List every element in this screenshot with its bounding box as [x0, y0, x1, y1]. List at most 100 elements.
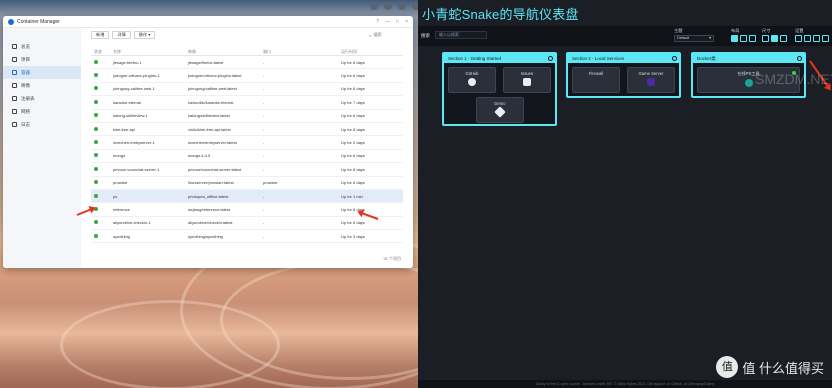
column-header-name[interactable]: 名称 [113, 49, 188, 55]
cell-uptime: Up for 2 days [341, 140, 365, 146]
theme-select[interactable]: Default ▾ [674, 35, 714, 42]
status-dot [91, 140, 113, 145]
close-icon[interactable]: × [405, 19, 408, 25]
search-input[interactable]: ⌕ 搜索 [369, 31, 403, 39]
collapse-icon[interactable] [672, 56, 677, 61]
sidebar-item-label: 注册表 [21, 95, 35, 101]
table-row[interactable]: mongo mongo:4.4.9 - Up for 6 days [91, 150, 403, 164]
new-button[interactable]: 新增 [91, 31, 110, 39]
help-icon[interactable]: ? [376, 19, 379, 25]
column-header-uptime[interactable]: 运行时间 [341, 49, 391, 55]
gamepad-icon [647, 78, 655, 86]
cell-name: lovechen-embyserver-1 [113, 140, 155, 146]
desktop-tray [370, 0, 420, 12]
table-row[interactable]: prowlarr linuxserver/prowlarr:latest prowl… [91, 177, 403, 190]
collapse-icon[interactable] [548, 56, 553, 61]
sidebar-item-log[interactable]: 日志 [3, 118, 81, 131]
layout-horizontal-icon[interactable] [740, 35, 747, 42]
edit-icon[interactable] [804, 35, 811, 42]
cell-uptime: Up for 6 days [341, 113, 365, 119]
status-dot [91, 99, 113, 105]
cell-name: aliyundrive-checkin-1 [113, 220, 151, 226]
sidebar-item-project[interactable]: 项目 [3, 53, 81, 66]
running-status-icon [94, 86, 98, 91]
running-status-icon [94, 59, 98, 64]
column-header-port[interactable]: 端口 [263, 49, 341, 55]
cell-image: vinlic/kimi-free-api:latest [188, 126, 231, 132]
sidebar-item-container[interactable]: 容器 [3, 66, 81, 79]
status-dot [91, 193, 113, 199]
tile-github[interactable]: GitHub [448, 67, 496, 93]
detail-button[interactable]: 详情 [112, 31, 131, 39]
cell-uptime: Up for 6 days [341, 153, 365, 159]
section-header[interactable]: Section 2 - Local Services [568, 54, 679, 63]
cell-name: ps [113, 193, 118, 199]
bug-icon [523, 78, 531, 86]
tray-search-icon[interactable] [398, 2, 406, 10]
cell-name: syncthing [113, 233, 130, 239]
column-header-status[interactable]: 状态 [91, 49, 113, 55]
table-row[interactable]: karaoke-eternal radrootllc/karaoke-eterna… [91, 96, 403, 110]
tile-issues[interactable]: Issues [503, 67, 551, 93]
sidebar-item-label: 容器 [21, 69, 30, 75]
dashboard-search-input[interactable]: 输入以搜索 [435, 31, 487, 39]
table-row[interactable]: syncthing syncthing/syncthing - Up for 3 da… [91, 230, 403, 244]
table-row[interactable]: johngong-calibre-web-1 johngong/calibre-w… [91, 83, 403, 97]
minimize-icon[interactable]: — [385, 19, 390, 25]
table-row[interactable]: lovechen-embyserver-1 lovechen/embyserver… [91, 136, 403, 150]
sidebar-item-image[interactable]: 映像 [3, 79, 81, 92]
cell-image: linuxserver/prowlarr:latest [188, 180, 234, 186]
cell-image: photopea_offline:latest [188, 193, 229, 199]
size-large-icon[interactable] [780, 35, 787, 42]
table-row[interactable]: kalong-skillreview-1 kalong/skillreview:l… [91, 110, 403, 123]
cell-name: prowlarr [113, 180, 128, 186]
sidebar-item-overview[interactable]: 总览 [3, 40, 81, 53]
cell-image: wcjiang/reference:latest [188, 206, 231, 212]
size-medium-icon[interactable] [771, 35, 778, 42]
collapse-icon[interactable] [797, 56, 802, 61]
table-row[interactable]: ps photopea_offline:latest - Up for 1 min [91, 189, 403, 204]
size-small-icon[interactable] [762, 35, 769, 42]
running-status-icon [94, 153, 98, 158]
tray-chat-icon[interactable] [370, 2, 378, 10]
tray-user-icon[interactable] [384, 2, 392, 10]
cell-image: jlesage/firefox:latest [188, 59, 224, 65]
cell-uptime: Up for 1 min [341, 193, 363, 199]
table-row[interactable]: privoce-vocechat-server-1 privoce/vocecha… [91, 163, 403, 177]
sidebar-item-network[interactable]: 网络 [3, 105, 81, 118]
sidebar-item-label: 映像 [21, 82, 30, 88]
table-header: 状态 名称 映像 端口 运行时间 [91, 48, 403, 56]
table-row[interactable]: aliyundrive-checkin-1 aliyundrive/checkin… [91, 217, 403, 231]
cell-name: mongo [113, 153, 126, 159]
status-dot [91, 180, 113, 185]
section-header[interactable]: Section 1 - Getting Started [444, 54, 555, 63]
window-titlebar[interactable]: Container Manager ? — □ × [3, 16, 413, 28]
tile-firewall[interactable]: Firewall [572, 67, 620, 93]
action-dropdown[interactable]: 操作 ▾ [133, 31, 156, 39]
column-header-image[interactable]: 映像 [188, 49, 263, 55]
layout-vertical-icon[interactable] [749, 35, 756, 42]
tile-label: GitHub [465, 71, 479, 76]
tile-game-server[interactable]: Game Server [627, 67, 675, 93]
section-title: Section 1 - Getting Started [448, 56, 502, 61]
cloud-icon[interactable] [813, 35, 820, 42]
table-row[interactable]: kimi-free-api vinlic/kimi-free-api:latest… [91, 123, 403, 137]
cell-port: - [263, 166, 265, 172]
layout-auto-icon[interactable] [731, 35, 738, 42]
config-icon[interactable] [795, 35, 802, 42]
github-icon [468, 78, 476, 86]
table-row[interactable]: jodogne-orthanc-plugins-1 jodogne/orthanc… [91, 69, 403, 83]
maximize-icon[interactable]: □ [396, 19, 399, 25]
cell-image: mongo:4.4.9 [188, 153, 211, 159]
expand-icon[interactable] [822, 35, 829, 42]
table-row[interactable]: jlesage-firefox-1 jlesage/firefox:latest -… [91, 56, 403, 70]
tile-demo[interactable]: Demo [476, 97, 524, 123]
status-dot [91, 126, 113, 132]
section-getting-started: Section 1 - Getting Started GitHub Issue… [442, 52, 557, 126]
photopea-icon [744, 79, 753, 87]
sidebar-item-registry[interactable]: 注册表 [3, 92, 81, 105]
cell-port: - [263, 59, 265, 65]
theme-control: 主题 Default ▾ [674, 28, 714, 42]
dashboard-toolbar: 搜索 输入以搜索 主题 Default ▾ 布局 尺寸 设置 [418, 26, 832, 46]
section-header[interactable]: Docker类 [693, 54, 804, 63]
